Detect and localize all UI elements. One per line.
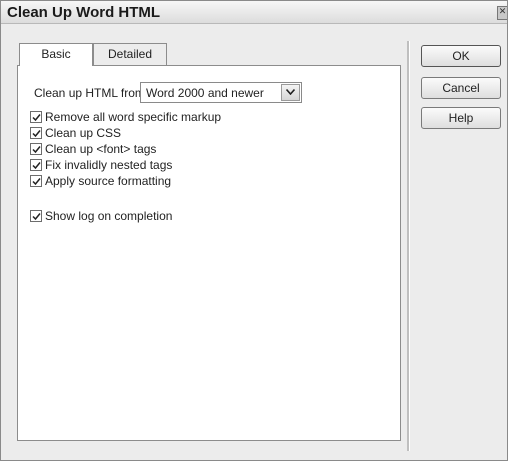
- fix-nested-tags-checkbox[interactable]: [30, 159, 42, 171]
- checkmark-icon: [32, 178, 41, 186]
- apply-source-formatting-checkbox[interactable]: [30, 175, 42, 187]
- checkmark-icon: [32, 213, 41, 221]
- checkmark-icon: [32, 130, 41, 138]
- remove-word-markup-checkbox[interactable]: [30, 111, 42, 123]
- cancel-button[interactable]: Cancel: [421, 77, 501, 99]
- cleanup-from-value: Word 2000 and newer: [146, 86, 264, 100]
- remove-word-markup-label: Remove all word specific markup: [45, 110, 222, 124]
- checkmark-icon: [32, 114, 41, 122]
- fix-nested-tags-label: Fix invalidly nested tags: [45, 158, 173, 172]
- cleanup-from-label: Clean up HTML from: [34, 86, 145, 100]
- checkmark-icon: [32, 162, 41, 170]
- checkmark-icon: [32, 146, 41, 154]
- show-log-label: Show log on completion: [45, 209, 173, 223]
- clean-up-font-tags-label: Clean up <font> tags: [45, 142, 157, 156]
- show-log-checkbox[interactable]: [30, 210, 42, 222]
- clean-up-css-checkbox[interactable]: [30, 127, 42, 139]
- cleanup-from-select[interactable]: Word 2000 and newer: [140, 82, 302, 103]
- help-button[interactable]: Help: [421, 107, 501, 129]
- tab-detailed[interactable]: Detailed: [93, 43, 167, 65]
- apply-source-formatting-label: Apply source formatting: [45, 174, 172, 188]
- tab-basic[interactable]: Basic: [19, 43, 93, 66]
- title-bar[interactable]: Clean Up Word HTML ✕: [1, 1, 507, 24]
- clean-up-css-label: Clean up CSS: [45, 126, 122, 140]
- vertical-divider: [407, 41, 410, 451]
- chevron-down-icon[interactable]: [281, 84, 300, 101]
- dialog-title: Clean Up Word HTML: [7, 4, 161, 21]
- clean-up-font-tags-checkbox[interactable]: [30, 143, 42, 155]
- ok-button[interactable]: OK: [421, 45, 501, 67]
- close-icon[interactable]: ✕: [497, 6, 507, 20]
- dialog-window: Clean Up Word HTML ✕ Basic Detailed Clea…: [0, 0, 508, 461]
